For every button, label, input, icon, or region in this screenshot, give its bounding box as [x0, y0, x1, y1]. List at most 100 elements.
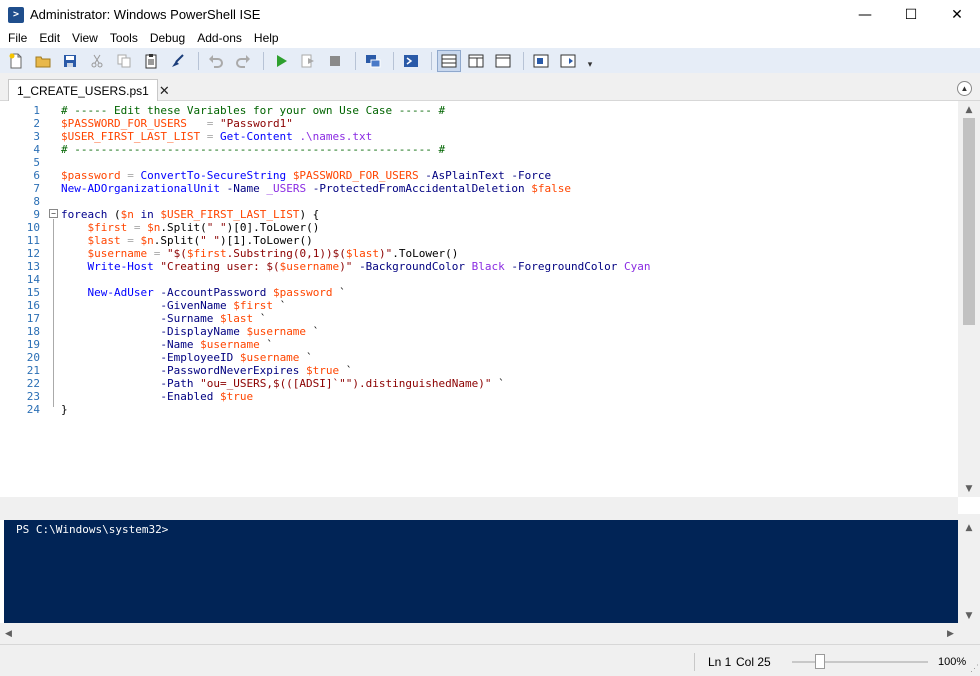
console-scroll-right-icon[interactable]: ▶ [942, 623, 959, 644]
menu-tools[interactable]: Tools [104, 29, 144, 48]
code-line[interactable]: -Name $username ` [61, 338, 273, 351]
new-remote-tab-button[interactable] [361, 50, 385, 72]
console-scroll-up-icon[interactable]: ▲ [958, 520, 980, 535]
scroll-up-icon[interactable]: ▲ [958, 101, 980, 118]
redo-button[interactable] [231, 50, 255, 72]
code-token: -Name [160, 338, 194, 351]
stop-button[interactable] [323, 50, 347, 72]
menu-file[interactable]: File [0, 29, 33, 48]
code-line[interactable]: $username = "$($first.Substring(0,1))$($… [61, 247, 459, 260]
line-number: 22 [26, 377, 40, 390]
show-script-pane-top-button[interactable] [437, 49, 461, 72]
show-script-pane-right-button[interactable] [464, 50, 488, 72]
code-line[interactable]: $last = $n.Split(" ")[1].ToLower() [61, 234, 313, 247]
code-line[interactable]: $password = ConvertTo-SecureString $PASS… [61, 169, 551, 182]
line-number: 15 [26, 286, 40, 299]
line-number: 16 [26, 299, 40, 312]
status-separator [694, 653, 695, 671]
code-token: " " [206, 221, 227, 234]
show-script-pane-max-button[interactable] [491, 50, 515, 72]
editor-scroll-thumb[interactable] [963, 118, 975, 325]
resize-grip-icon[interactable]: ⋰ [970, 663, 979, 674]
collapse-script-pane-icon[interactable]: ▲ [957, 81, 972, 96]
close-button[interactable]: ✕ [934, 0, 980, 29]
menu-debug[interactable]: Debug [144, 29, 191, 48]
console-vertical-scrollbar[interactable]: ▲ ▼ [958, 520, 980, 623]
show-command-window-button[interactable] [529, 50, 553, 72]
code-line[interactable]: $USER_FIRST_LAST_LIST = Get-Content .\na… [61, 130, 372, 143]
code-token: ) { [299, 208, 320, 221]
tab-1-create-users[interactable]: 1_CREATE_USERS.ps1 ✕ [8, 79, 170, 102]
console-scroll-down-icon[interactable]: ▼ [958, 608, 980, 623]
code-line[interactable]: New-AdUser -AccountPassword $password ` [61, 286, 346, 299]
code-token: )[1].ToLower() [219, 234, 313, 247]
editor-horizontal-scrollbar[interactable] [0, 497, 958, 514]
console-scroll-left-icon[interactable]: ◀ [0, 623, 17, 644]
line-number: 3 [33, 130, 40, 143]
minimize-button[interactable]: — [842, 0, 888, 29]
line-number-gutter: 1 2 3 4 5 6 7 8 9 10 11 12 13 14 15 16 17 18 19 20 21 22 23 24 [0, 101, 44, 497]
code-token: -ForegroundColor [511, 260, 618, 273]
code-line[interactable]: -EmployeeID $username ` [61, 351, 312, 364]
start-powershell-button[interactable] [399, 50, 423, 72]
run-script-button[interactable] [269, 50, 293, 72]
menu-view[interactable]: View [66, 29, 104, 48]
code-line[interactable]: Write-Host "Creating user: $($username)"… [61, 260, 651, 273]
new-file-icon [9, 53, 22, 68]
tab-close-icon[interactable]: ✕ [159, 84, 170, 99]
zoom-slider-track[interactable] [792, 661, 928, 663]
toolbar-overflow-icon[interactable]: ▾ [585, 50, 595, 72]
run-selection-button[interactable] [296, 50, 320, 72]
code-line[interactable]: -PasswordNeverExpires $true ` [61, 364, 352, 377]
copy-button[interactable] [112, 50, 136, 72]
code-line[interactable]: # ----- Edit these Variables for your ow… [61, 104, 445, 117]
code-line[interactable]: -Surname $last ` [61, 312, 266, 325]
code-line[interactable]: $first = $n.Split(" ")[0].ToLower() [61, 221, 320, 234]
save-button[interactable] [58, 50, 82, 72]
cut-button[interactable] [85, 50, 109, 72]
status-bar: Ln 1 Col 25 100% ⋰ [0, 644, 980, 676]
console-horizontal-scrollbar[interactable]: ◀ ▶ [0, 623, 980, 644]
editor-vertical-scrollbar[interactable]: ▲ ▼ [958, 101, 980, 497]
code-line[interactable]: } [61, 403, 68, 416]
code-line[interactable]: -Path "ou=_USERS,$(([ADSI]`"").distingui… [61, 377, 504, 390]
clear-console-button[interactable] [166, 50, 190, 72]
console-pane[interactable]: PS C:\Windows\system32> [4, 520, 958, 623]
code-token: _USERS [266, 182, 307, 195]
code-line[interactable]: foreach ($n in $USER_FIRST_LAST_LIST) { [61, 208, 319, 221]
undo-button[interactable] [204, 50, 228, 72]
command-addon-icon [560, 54, 576, 67]
script-editor[interactable]: 1 2 3 4 5 6 7 8 9 10 11 12 13 14 15 16 17 18 19 20 21 22 23 24 … [0, 101, 980, 497]
window-title: Administrator: Windows PowerShell ISE [30, 7, 261, 22]
status-column: Col 25 [736, 655, 771, 669]
maximize-button[interactable]: ☐ [888, 0, 934, 29]
code-line[interactable]: # --------------------------------------… [61, 143, 445, 156]
paste-button[interactable] [139, 50, 163, 72]
undo-icon [209, 54, 223, 68]
menu-edit[interactable]: Edit [33, 29, 66, 48]
code-line[interactable]: -Enabled $true [61, 390, 253, 403]
zoom-slider-thumb[interactable] [815, 654, 825, 669]
line-number: 7 [33, 182, 40, 195]
fold-toggle-icon[interactable]: − [49, 209, 58, 218]
redo-icon [236, 54, 250, 68]
code-line[interactable]: $PASSWORD_FOR_USERS = "Password1" [61, 117, 293, 130]
code-line[interactable]: -DisplayName $username ` [61, 325, 319, 338]
menu-help[interactable]: Help [248, 29, 285, 48]
line-number: 24 [26, 403, 40, 416]
folder-open-icon [35, 56, 51, 67]
code-line[interactable]: -GivenName $first ` [61, 299, 286, 312]
code-token: -Enabled [160, 390, 214, 403]
run-selection-icon [301, 54, 314, 67]
scroll-down-icon[interactable]: ▼ [958, 480, 980, 497]
menu-add-ons[interactable]: Add-ons [191, 29, 248, 48]
new-script-button[interactable] [4, 50, 28, 72]
open-button[interactable] [31, 50, 55, 72]
show-command-addon-button[interactable] [556, 50, 580, 72]
code-line[interactable]: New-ADOrganizationalUnit -Name _USERS -P… [61, 182, 571, 195]
